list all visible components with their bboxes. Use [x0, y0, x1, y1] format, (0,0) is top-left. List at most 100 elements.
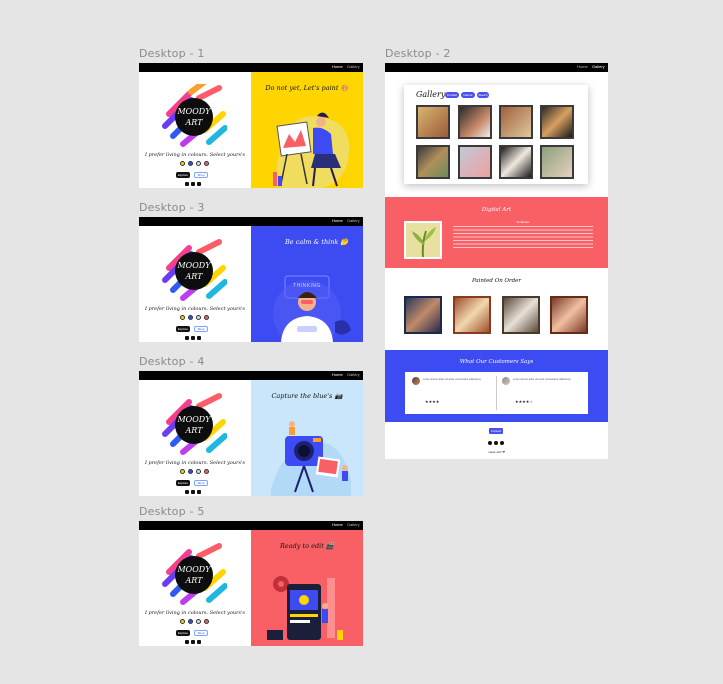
facebook-icon[interactable] [191, 182, 195, 186]
gallery-thumb[interactable] [540, 145, 574, 179]
color-swatch-yellow[interactable] [180, 315, 185, 320]
nav-gallery[interactable]: Gallery [347, 522, 360, 527]
instagram-icon[interactable] [185, 640, 189, 644]
nav-gallery[interactable]: Gallery [347, 372, 360, 377]
hero-left: MOODY ART I prefer living in colours. Se… [139, 72, 251, 188]
top-nav: Home Gallery [139, 217, 363, 226]
filter-nature[interactable]: Nature [461, 92, 475, 98]
color-picker[interactable] [180, 469, 209, 474]
youtube-icon[interactable] [197, 182, 201, 186]
explore-button[interactable]: Explore [176, 326, 190, 332]
gallery-thumb[interactable] [499, 145, 533, 179]
testimonials-title: What Our Customers Says [459, 359, 534, 365]
frame-desktop-4: Home Gallery MOODY ART I prefer living i… [139, 371, 363, 496]
youtube-icon[interactable] [197, 336, 201, 340]
facebook-icon[interactable] [191, 640, 195, 644]
nav-home[interactable]: Home [332, 522, 343, 527]
camera-illustration [271, 421, 351, 496]
social-links [185, 336, 201, 340]
digital-art-subtitle: Sunflower [516, 220, 530, 224]
shop-button[interactable]: Shop [194, 630, 208, 636]
color-picker[interactable] [180, 619, 209, 624]
color-swatch-yellow[interactable] [180, 619, 185, 624]
frame-desktop-3: Home Gallery MOODY ART I prefer living i… [139, 217, 363, 342]
gallery-thumb[interactable] [416, 105, 450, 139]
gallery-thumb[interactable] [540, 105, 574, 139]
youtube-icon[interactable] [197, 640, 201, 644]
color-swatch-coral[interactable] [204, 161, 209, 166]
facebook-icon[interactable] [191, 336, 195, 340]
color-swatch-blue[interactable] [188, 469, 193, 474]
nav-home[interactable]: Home [332, 64, 343, 69]
moody-art-logo: MOODY ART [162, 393, 227, 455]
hero-left: MOODY ART I prefer living in colours. Se… [139, 226, 251, 342]
painted-portrait[interactable] [404, 296, 442, 334]
top-nav: Home Gallery [385, 63, 608, 72]
painted-portrait[interactable] [453, 296, 491, 334]
logo-line2: ART [185, 426, 204, 435]
logo-line1: MOODY [176, 415, 211, 424]
digital-art-title: Digital Art [481, 207, 512, 213]
nav-home[interactable]: Home [332, 218, 343, 223]
footer-social [488, 441, 504, 445]
color-swatch-lightblue[interactable] [196, 315, 201, 320]
nav-gallery[interactable]: Gallery [592, 64, 605, 69]
moody-art-logo: MOODY ART [162, 543, 227, 605]
color-swatch-coral[interactable] [204, 619, 209, 624]
gallery-thumb[interactable] [458, 145, 492, 179]
color-swatch-lightblue[interactable] [196, 619, 201, 624]
digital-art-section: Digital Art Sunflower [385, 197, 608, 268]
hero-right-coral: Ready to edit 🎬 [251, 530, 363, 646]
color-swatch-blue[interactable] [188, 161, 193, 166]
color-swatch-blue[interactable] [188, 315, 193, 320]
facebook-icon[interactable] [494, 441, 498, 445]
color-swatch-lightblue[interactable] [196, 161, 201, 166]
filter-sketch[interactable]: Sketch [477, 92, 489, 98]
instagram-icon[interactable] [185, 182, 189, 186]
contact-button[interactable]: Contact [489, 428, 503, 434]
youtube-icon[interactable] [500, 441, 504, 445]
thinking-bubble: THINKING [293, 283, 321, 289]
color-picker[interactable] [180, 315, 209, 320]
explore-button[interactable]: Explore [176, 480, 190, 486]
hero-left: MOODY ART I prefer living in colours. Se… [139, 380, 251, 496]
color-swatch-coral[interactable] [204, 469, 209, 474]
color-swatch-yellow[interactable] [180, 469, 185, 474]
shop-button[interactable]: Shop [194, 480, 208, 486]
moody-art-logo: MOODY ART [162, 239, 227, 301]
explore-button[interactable]: Explore [176, 630, 190, 636]
nav-gallery[interactable]: Gallery [347, 218, 360, 223]
logo-line2: ART [185, 272, 204, 281]
painted-portrait[interactable] [550, 296, 588, 334]
avatar [502, 377, 510, 385]
color-swatch-blue[interactable] [188, 619, 193, 624]
gallery-thumb[interactable] [499, 105, 533, 139]
gallery-thumb[interactable] [416, 145, 450, 179]
color-picker[interactable] [180, 161, 209, 166]
video-edit-illustration [267, 576, 343, 640]
facebook-icon[interactable] [191, 490, 195, 494]
gallery-thumb[interactable] [458, 105, 492, 139]
color-swatch-coral[interactable] [204, 315, 209, 320]
instagram-icon[interactable] [185, 336, 189, 340]
shop-button[interactable]: Shop [194, 326, 208, 332]
hero-tagline: I prefer living in colours. Select yours… [144, 306, 245, 312]
logo-line2: ART [185, 576, 204, 585]
instagram-icon[interactable] [185, 490, 189, 494]
painted-portrait[interactable] [502, 296, 540, 334]
explore-button[interactable]: Explore [176, 172, 190, 178]
painted-section: Painted On Order [385, 268, 608, 349]
color-swatch-lightblue[interactable] [196, 469, 201, 474]
nav-gallery[interactable]: Gallery [347, 64, 360, 69]
color-swatch-yellow[interactable] [180, 161, 185, 166]
nav-home[interactable]: Home [577, 64, 588, 69]
hero-left: MOODY ART I prefer living in colours. Se… [139, 530, 251, 646]
filter-portrait[interactable]: Portrait [445, 92, 459, 98]
digital-art-image[interactable] [404, 221, 442, 259]
shop-button[interactable]: Shop [194, 172, 208, 178]
hero-tagline: I prefer living in colours. Select yours… [144, 610, 245, 616]
painted-title: Painted On Order [471, 278, 522, 284]
instagram-icon[interactable] [488, 441, 492, 445]
nav-home[interactable]: Home [332, 372, 343, 377]
youtube-icon[interactable] [197, 490, 201, 494]
